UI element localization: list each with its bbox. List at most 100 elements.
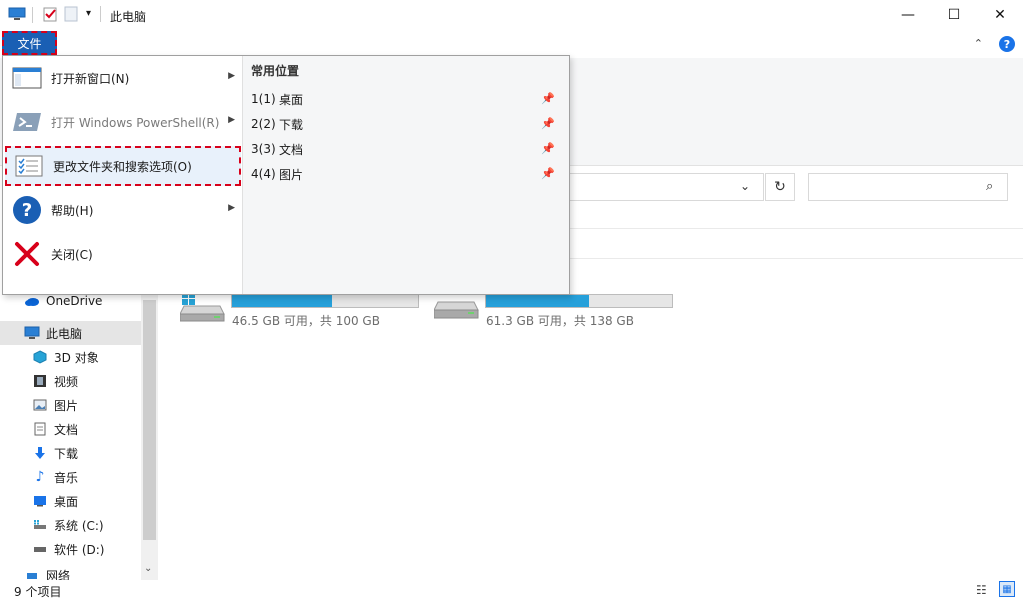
menu-item-label: 更改文件夹和搜索选项(O) [53,159,192,174]
drive-d-space-text: 61.3 GB 可用，共 138 GB [486,314,634,328]
nav-item-desktop[interactable]: 桌面 [0,489,141,513]
onedrive-icon [24,294,40,308]
nav-item-downloads[interactable]: 下载 [0,441,141,465]
nav-item-label: 视频 [54,374,79,389]
nav-item-label: OneDrive [46,294,103,308]
nav-scrollbar-thumb[interactable] [143,300,156,540]
recent-item-number: 2(2) [251,117,276,131]
drive-d-icon [32,542,48,556]
pin-icon[interactable]: 📌 [541,117,555,130]
qa-divider-2 [100,6,101,22]
recent-item-number: 4(4) [251,167,276,181]
file-tab[interactable]: 文件 [2,31,57,55]
open-powershell-item[interactable]: 打开 Windows PowerShell(R) ▶ [5,102,241,142]
new-folder-icon[interactable] [64,6,78,22]
pin-icon[interactable]: 📌 [541,92,555,105]
refresh-button[interactable]: ↻ [765,173,795,201]
nav-item-network[interactable]: 网络 [0,568,141,580]
nav-item-label: 桌面 [54,494,79,509]
nav-item-label: 下载 [54,446,79,461]
3d-objects-icon [32,350,48,364]
drive-c-usage-fill [232,295,332,307]
documents-icon [32,422,48,436]
address-bar[interactable] [570,173,764,201]
recent-item-number: 1(1) [251,92,276,106]
frequent-places-panel: 常用位置 1(1) 桌面 📌 2(2) 下载 📌 3(3) 文档 📌 4(4) … [243,56,569,294]
recent-item-desktop[interactable]: 1(1) 桌面 📌 [251,88,563,110]
downloads-icon [32,446,48,460]
nav-item-label: 网络 [46,569,71,580]
system-drive-icon[interactable] [179,292,225,322]
nav-item-3d-objects[interactable]: 3D 对象 [0,345,141,369]
close-menu-item[interactable]: 关闭(C) [5,234,241,274]
drive-d-usage-fill [486,295,590,307]
help-menu-item[interactable]: ? 帮助(H) ▶ [5,190,241,230]
nav-item-this-pc[interactable]: 此电脑 [0,321,141,345]
group-header-line [570,258,1023,259]
powershell-icon [9,106,45,138]
file-menu-commands: 打开新窗口(N) ▶ 打开 Windows PowerShell(R) ▶ 更改… [3,56,243,294]
file-menu: 打开新窗口(N) ▶ 打开 Windows PowerShell(R) ▶ 更改… [2,55,570,295]
nav-item-music[interactable]: ♪ 音乐 [0,465,141,489]
window-title: 此电脑 [110,10,147,24]
large-icons-view-icon[interactable]: ▦ [999,581,1015,597]
recent-item-number: 3(3) [251,142,276,156]
pictures-icon [32,398,48,412]
pin-icon[interactable]: 📌 [541,167,555,180]
nav-item-label: 文档 [54,422,79,437]
recent-item-label: 下载 [279,117,304,132]
nav-item-documents[interactable]: 文档 [0,417,141,441]
frequent-places-title: 常用位置 [251,64,300,78]
close-window-button[interactable]: ✕ [977,0,1023,30]
submenu-arrow-icon: ▶ [228,71,235,81]
nav-item-label: 音乐 [54,470,79,485]
menu-item-label: 打开 Windows PowerShell(R) [51,115,220,130]
nav-item-videos[interactable]: 视频 [0,369,141,393]
title-bar [0,0,1023,30]
open-new-window-item[interactable]: 打开新窗口(N) ▶ [5,58,241,98]
ribbon-collapse-icon[interactable]: ⌃ [974,37,983,50]
details-view-icon[interactable]: ☷ [976,583,987,597]
nav-scroll-down-icon[interactable]: ⌄ [144,563,152,574]
nav-item-label: 3D 对象 [54,350,99,365]
menu-item-label: 打开新窗口(N) [51,71,130,86]
data-drive-icon[interactable] [433,298,479,326]
item-count: 9 个项目 [14,585,62,599]
folder-options-item[interactable]: 更改文件夹和搜索选项(O) [5,146,241,186]
search-icon: ⌕ [986,179,994,194]
qa-customize-icon[interactable]: ▾ [86,8,91,19]
svg-text:?: ? [22,200,32,221]
menu-item-label: 帮助(H) [51,203,94,218]
desktop-icon [32,494,48,508]
drive-c-space-text: 46.5 GB 可用，共 100 GB [232,314,380,328]
submenu-arrow-icon: ▶ [228,115,235,125]
minimize-button[interactable]: — [885,0,931,30]
new-window-icon [9,62,45,94]
this-pc-icon[interactable] [8,7,26,21]
status-bar [0,580,1023,603]
recent-item-label: 图片 [279,167,304,182]
recent-item-label: 桌面 [279,92,304,107]
column-header-line [570,228,1023,229]
address-dropdown-icon[interactable]: ⌄ [740,179,750,193]
nav-item-pictures[interactable]: 图片 [0,393,141,417]
recent-item-downloads[interactable]: 2(2) 下载 📌 [251,113,563,135]
pin-icon[interactable]: 📌 [541,142,555,155]
help-icon: ? [9,194,45,226]
nav-item-label: 软件 (D:) [54,542,105,557]
drive-c-icon [32,518,48,532]
drive-d-usage-bar [485,294,673,308]
nav-item-label: 此电脑 [46,326,83,341]
maximize-button[interactable]: ☐ [931,0,977,30]
submenu-arrow-icon: ▶ [228,203,235,213]
drive-c-usage-bar [231,294,419,308]
search-input[interactable] [808,173,1008,201]
ribbon-tab-row [0,30,1023,58]
help-icon[interactable]: ? [999,36,1015,52]
nav-item-drive-c[interactable]: 系统 (C:) [0,513,141,537]
recent-item-documents[interactable]: 3(3) 文档 📌 [251,138,563,160]
nav-item-label: 系统 (C:) [54,518,104,533]
recent-item-pictures[interactable]: 4(4) 图片 📌 [251,163,563,185]
properties-icon[interactable] [42,6,58,22]
nav-item-drive-d[interactable]: 软件 (D:) [0,537,141,561]
